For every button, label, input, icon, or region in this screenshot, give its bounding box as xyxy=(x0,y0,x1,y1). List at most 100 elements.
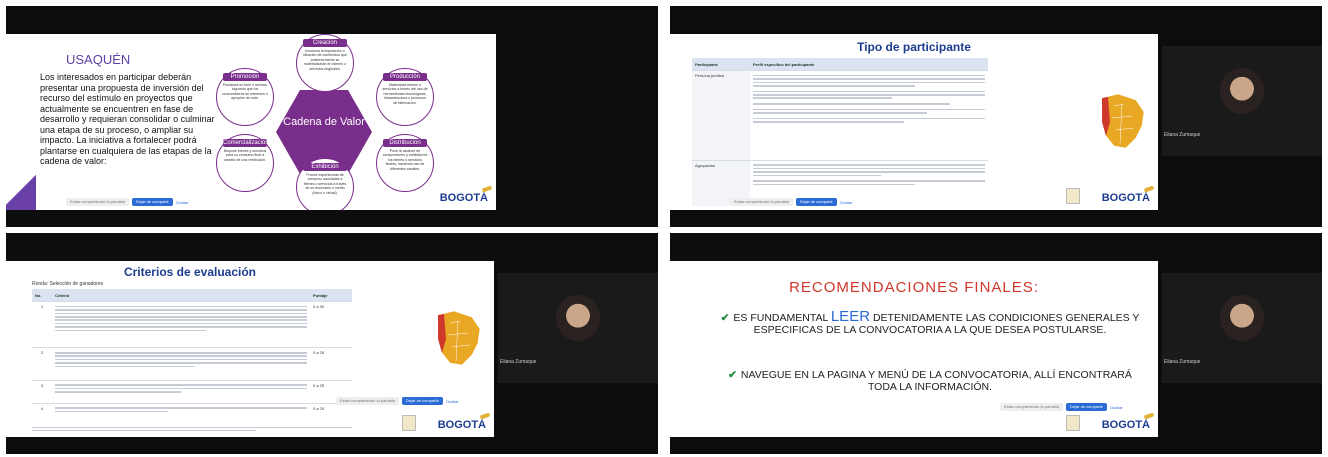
check-icon: ✔ xyxy=(720,312,730,324)
screenshare-bar: Estás compartiendo tu pantalla Dejar de … xyxy=(66,198,189,206)
alcaldia-crest-icon xyxy=(1066,188,1080,204)
participant-video[interactable]: Eliana Zumaque xyxy=(1162,273,1322,383)
table-cell-text-block xyxy=(52,379,310,404)
bogota-logo: BOGOTÁ xyxy=(439,192,488,204)
recommendation-item: ✔ Es fundamental LEER detenidamente las c… xyxy=(720,308,1140,336)
participant-avatar xyxy=(1220,68,1264,114)
meeting-tile-slide-criterios: Criterios de evaluación Ronda: Selección… xyxy=(6,233,658,454)
recommendation-text: Navegue en la pagina y menú de la convoc… xyxy=(740,369,1132,393)
bogota-logo: BOGOTÁ xyxy=(437,419,486,431)
table-header: Criterio xyxy=(52,289,310,302)
node-title: Exhibición xyxy=(303,163,347,171)
stop-sharing-button[interactable]: Dejar de compartir xyxy=(795,198,837,206)
hide-button[interactable]: Ocultar xyxy=(446,399,459,404)
table-cell: 1 xyxy=(32,300,52,348)
check-icon: ✔ xyxy=(728,369,737,381)
table-row: 4 0 a 20 xyxy=(32,402,352,421)
meeting-tile-slide-cadena-valor: USAQUÉN Los interesados en participar de… xyxy=(6,6,658,227)
node-title: Distribución xyxy=(383,139,427,147)
participant-name: Eliana Zumaque xyxy=(500,359,537,365)
table-cell: 3 xyxy=(32,379,52,404)
table-header: Participante xyxy=(692,58,750,71)
value-chain-node-creacion: Creación Involucra la inspiración o idea… xyxy=(296,34,354,92)
table-row: 1 0 a 30 xyxy=(32,300,352,348)
meeting-tile-slide-recomendaciones: RECOMENDACIONES FINALES: ✔ Es fundamental… xyxy=(670,233,1322,454)
participant-video[interactable]: Eliana Zumaque xyxy=(498,273,658,383)
hide-button[interactable]: Ocultar xyxy=(176,200,189,205)
slide-subtitle: Ronda: Selección de ganadores xyxy=(32,281,104,287)
screenshare-notice: Estás compartiendo tu pantalla xyxy=(1000,403,1063,411)
table-cell-text-block xyxy=(52,300,310,348)
slide-title: RECOMENDACIONES FINALES: xyxy=(789,279,1039,296)
decorative-strip xyxy=(6,170,36,210)
value-chain-node-distribucion: Distribución Pone al alcance de consumid… xyxy=(376,134,434,192)
hide-button[interactable]: Ocultar xyxy=(840,200,853,205)
screenshare-bar: Estás compartiendo tu pantalla Dejar de … xyxy=(336,397,459,405)
table-row: Persona jurídica xyxy=(692,70,988,161)
value-chain-node-promocion: Promoción Posiciona un bien o servicio l… xyxy=(216,68,274,126)
slide-criterios-evaluacion: Criterios de evaluación Ronda: Selección… xyxy=(6,261,494,437)
value-chain-node-exhibicion: Exhibición Provee experiencias de consum… xyxy=(296,158,354,210)
usaquen-map-icon xyxy=(1101,93,1145,149)
table-header: Perfil específico del participante xyxy=(750,58,988,71)
table-cell: 0 a 30 xyxy=(310,300,352,348)
participant-name: Eliana Zumaque xyxy=(1164,359,1201,365)
slide-usaquen: USAQUÉN Los interesados en participar de… xyxy=(6,34,496,210)
recommendation-item: ✔ Navegue en la pagina y menú de la convo… xyxy=(720,369,1140,393)
slide-tipo-participante: Tipo de participante Participante Perfil… xyxy=(670,34,1158,210)
table-row: 3 0 a 25 xyxy=(32,379,352,404)
node-title: Producción xyxy=(383,73,427,81)
table-cell-text-block xyxy=(52,402,310,421)
participant-avatar xyxy=(1220,295,1264,341)
participant-table: Participante Perfil específico del parti… xyxy=(692,58,988,206)
stop-sharing-button[interactable]: Dejar de compartir xyxy=(401,397,443,405)
table-cell-text-block xyxy=(52,347,310,381)
node-desc: Posiciona un bien o servicio logrando qu… xyxy=(222,83,268,101)
node-desc: Involucra la inspiración o ideación de c… xyxy=(303,49,347,71)
table-header: No. xyxy=(32,289,52,302)
value-chain-center-label: Cadena de Valor xyxy=(283,116,365,128)
slide-title: Criterios de evaluación xyxy=(123,265,257,279)
screenshare-bar: Estás compartiendo tu pantalla Dejar de … xyxy=(730,198,853,206)
screenshare-notice: Estás compartiendo tu pantalla xyxy=(336,397,399,405)
table-cell: 0 a 20 xyxy=(310,402,352,421)
screenshare-notice: Estás compartiendo tu pantalla xyxy=(730,198,793,206)
node-desc: Pone al alcance de consumidores y exhibi… xyxy=(382,149,428,171)
table-cell: 2 xyxy=(32,347,52,381)
stop-sharing-button[interactable]: Dejar de compartir xyxy=(1065,403,1107,411)
table-row: 2 0 a 25 xyxy=(32,347,352,381)
alcaldia-crest-icon xyxy=(1066,415,1080,431)
usaquen-map-icon xyxy=(437,310,481,366)
bogota-logo: BOGOTÁ xyxy=(1101,192,1150,204)
slide-title: USAQUÉN xyxy=(66,52,131,67)
value-chain-node-produccion: Producción Materializa bienes o servicio… xyxy=(376,68,434,126)
node-desc: Provee experiencias de consumo asociadas… xyxy=(303,173,347,195)
node-title: Promoción xyxy=(223,73,267,81)
screenshare-bar: Estás compartiendo tu pantalla Dejar de … xyxy=(1000,403,1123,411)
node-desc: Dispone bienes y servicios para su consu… xyxy=(223,149,267,162)
table-cell: 0 a 25 xyxy=(310,347,352,381)
table-cell: 4 xyxy=(32,402,52,421)
node-title: Comercialización xyxy=(223,139,269,147)
recommendation-emphasis: LEER xyxy=(830,308,871,325)
participant-video[interactable]: Eliana Zumaque xyxy=(1162,46,1322,156)
participant-avatar xyxy=(556,295,600,341)
slide-recomendaciones-finales: RECOMENDACIONES FINALES: ✔ Es fundamental… xyxy=(670,261,1158,437)
screenshare-notice: Estás compartiendo tu pantalla xyxy=(66,198,129,206)
slide-body-text: Los interesados en participar deberán pr… xyxy=(40,72,215,166)
alcaldia-crest-icon xyxy=(402,415,416,431)
table-cell: Persona jurídica xyxy=(692,70,750,161)
value-chain-node-comercializacion: Comercialización Dispone bienes y servic… xyxy=(216,134,274,192)
meeting-tile-slide-tipo-participante: Tipo de participante Participante Perfil… xyxy=(670,6,1322,227)
recommendation-text: Es fundamental xyxy=(733,312,828,324)
criteria-table: No. Criterio Puntaje 1 0 a 30 2 0 a 25 3… xyxy=(32,289,352,421)
table-header: Puntaje xyxy=(310,289,352,302)
table-cell-text-block xyxy=(750,70,988,161)
hide-button[interactable]: Ocultar xyxy=(1110,405,1123,410)
participant-name: Eliana Zumaque xyxy=(1164,132,1201,138)
stop-sharing-button[interactable]: Dejar de compartir xyxy=(131,198,173,206)
node-desc: Materializa bienes o servicios a través … xyxy=(382,83,428,105)
bogota-logo: BOGOTÁ xyxy=(1101,419,1150,431)
node-title: Creación xyxy=(303,39,347,47)
criteria-footnote xyxy=(32,425,352,433)
